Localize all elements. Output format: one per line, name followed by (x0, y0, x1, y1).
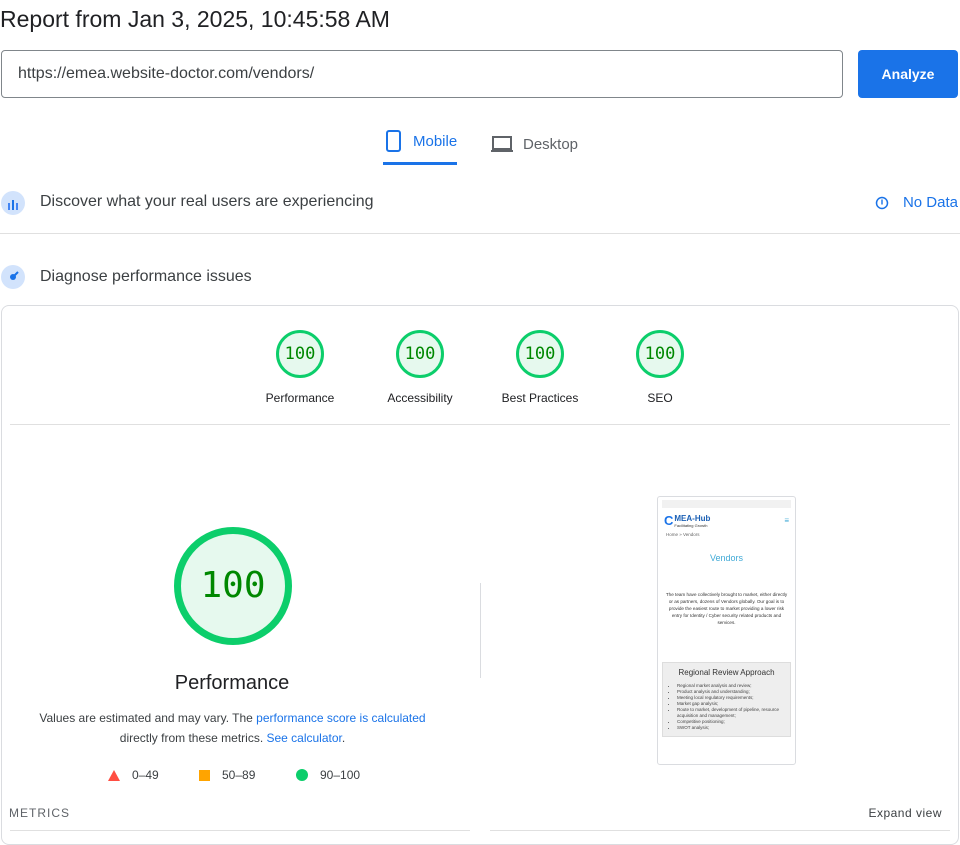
score-label: Best Practices (501, 391, 579, 405)
performance-gauge-large: 100 (174, 527, 292, 645)
divider (10, 424, 950, 425)
expand-view-button[interactable]: Expand view (868, 806, 942, 820)
gauge-icon (1, 265, 25, 289)
tab-mobile-label: Mobile (413, 132, 458, 150)
score-value: 100 (516, 330, 564, 378)
desktop-icon (491, 136, 513, 152)
analyze-button[interactable]: Analyze (858, 50, 958, 98)
divider (490, 830, 950, 831)
thumb-heading: Vendors (709, 553, 744, 563)
score-gauge-best-practices[interactable]: 100 (516, 330, 564, 378)
thumb-topbar (662, 500, 791, 508)
score-gauge-seo[interactable]: 100 (636, 330, 684, 378)
divider (0, 233, 960, 234)
score-value: 100 (636, 330, 684, 378)
thumb-breadcrumb: Home » Vendors (666, 532, 700, 537)
divider (10, 830, 470, 831)
vertical-divider (480, 583, 481, 678)
metrics-heading: METRICS (9, 806, 70, 820)
desc-text: . (341, 731, 346, 745)
desc-text: Values are estimated and may vary. The (39, 711, 257, 725)
performance-title: Performance (174, 672, 290, 694)
tab-desktop[interactable]: Desktop (491, 124, 578, 164)
no-data-label: No Data (902, 194, 958, 211)
score-value: 100 (396, 330, 444, 378)
mobile-icon (386, 130, 401, 152)
thumb-list-item: SWOT analysis; (677, 725, 784, 731)
thumb-box: Regional Review Approach Regional market… (662, 662, 791, 737)
thumb-list-item: Route to market, development of pipeline… (677, 707, 784, 719)
score-value: 100 (276, 330, 324, 378)
legend-label: 90–100 (320, 768, 361, 782)
score-gauge-accessibility[interactable]: 100 (396, 330, 444, 378)
see-calculator-link[interactable]: See calculator (266, 731, 341, 745)
legend-pass: 90–100 (296, 768, 360, 782)
circle-icon (296, 769, 308, 781)
lab-report-card (1, 305, 959, 845)
tab-desktop-label: Desktop (523, 135, 579, 153)
legend-average: 50–89 (199, 768, 255, 782)
field-data-title: Discover what your real users are experi… (40, 193, 374, 210)
score-label: Performance (265, 391, 335, 405)
thumb-body: The team have collectively brought to ma… (665, 592, 788, 625)
score-gauge-performance[interactable]: 100 (276, 330, 324, 378)
score-description: Values are estimated and may vary. The p… (20, 708, 445, 748)
desc-text: directly from these metrics. (119, 731, 267, 745)
menu-icon: ≡ (784, 516, 789, 525)
info-icon (875, 196, 889, 209)
users-chart-icon (1, 191, 25, 215)
score-label: Accessibility (387, 391, 453, 405)
thumb-box-title: Regional Review Approach (678, 668, 775, 677)
thumb-tagline: Facilitating Growth (674, 522, 708, 528)
legend-label: 0–49 (132, 768, 159, 782)
page-screenshot-thumbnail: C MEA-Hub Facilitating Growth ≡ Home » Ven… (657, 496, 796, 765)
thumb-logo-text: MEA-Hub (674, 513, 711, 523)
score-label: SEO (647, 391, 673, 405)
url-input[interactable]: https://emea.website-doctor.com/vendors/ (1, 50, 843, 98)
lab-data-title: Diagnose performance issues (40, 268, 252, 285)
no-data-status[interactable]: No Data (875, 194, 958, 211)
triangle-icon (108, 769, 120, 781)
tab-mobile[interactable]: Mobile (383, 124, 458, 165)
score-calc-link[interactable]: performance score is calculated (256, 711, 425, 725)
square-icon (199, 769, 210, 781)
thumb-logo: C MEA-Hub Facilitating Growth (664, 513, 711, 528)
legend-label: 50–89 (222, 768, 256, 782)
report-title: Report from Jan 3, 2025, 10:45:58 AM (0, 6, 390, 32)
legend-fail: 0–49 (108, 768, 159, 782)
